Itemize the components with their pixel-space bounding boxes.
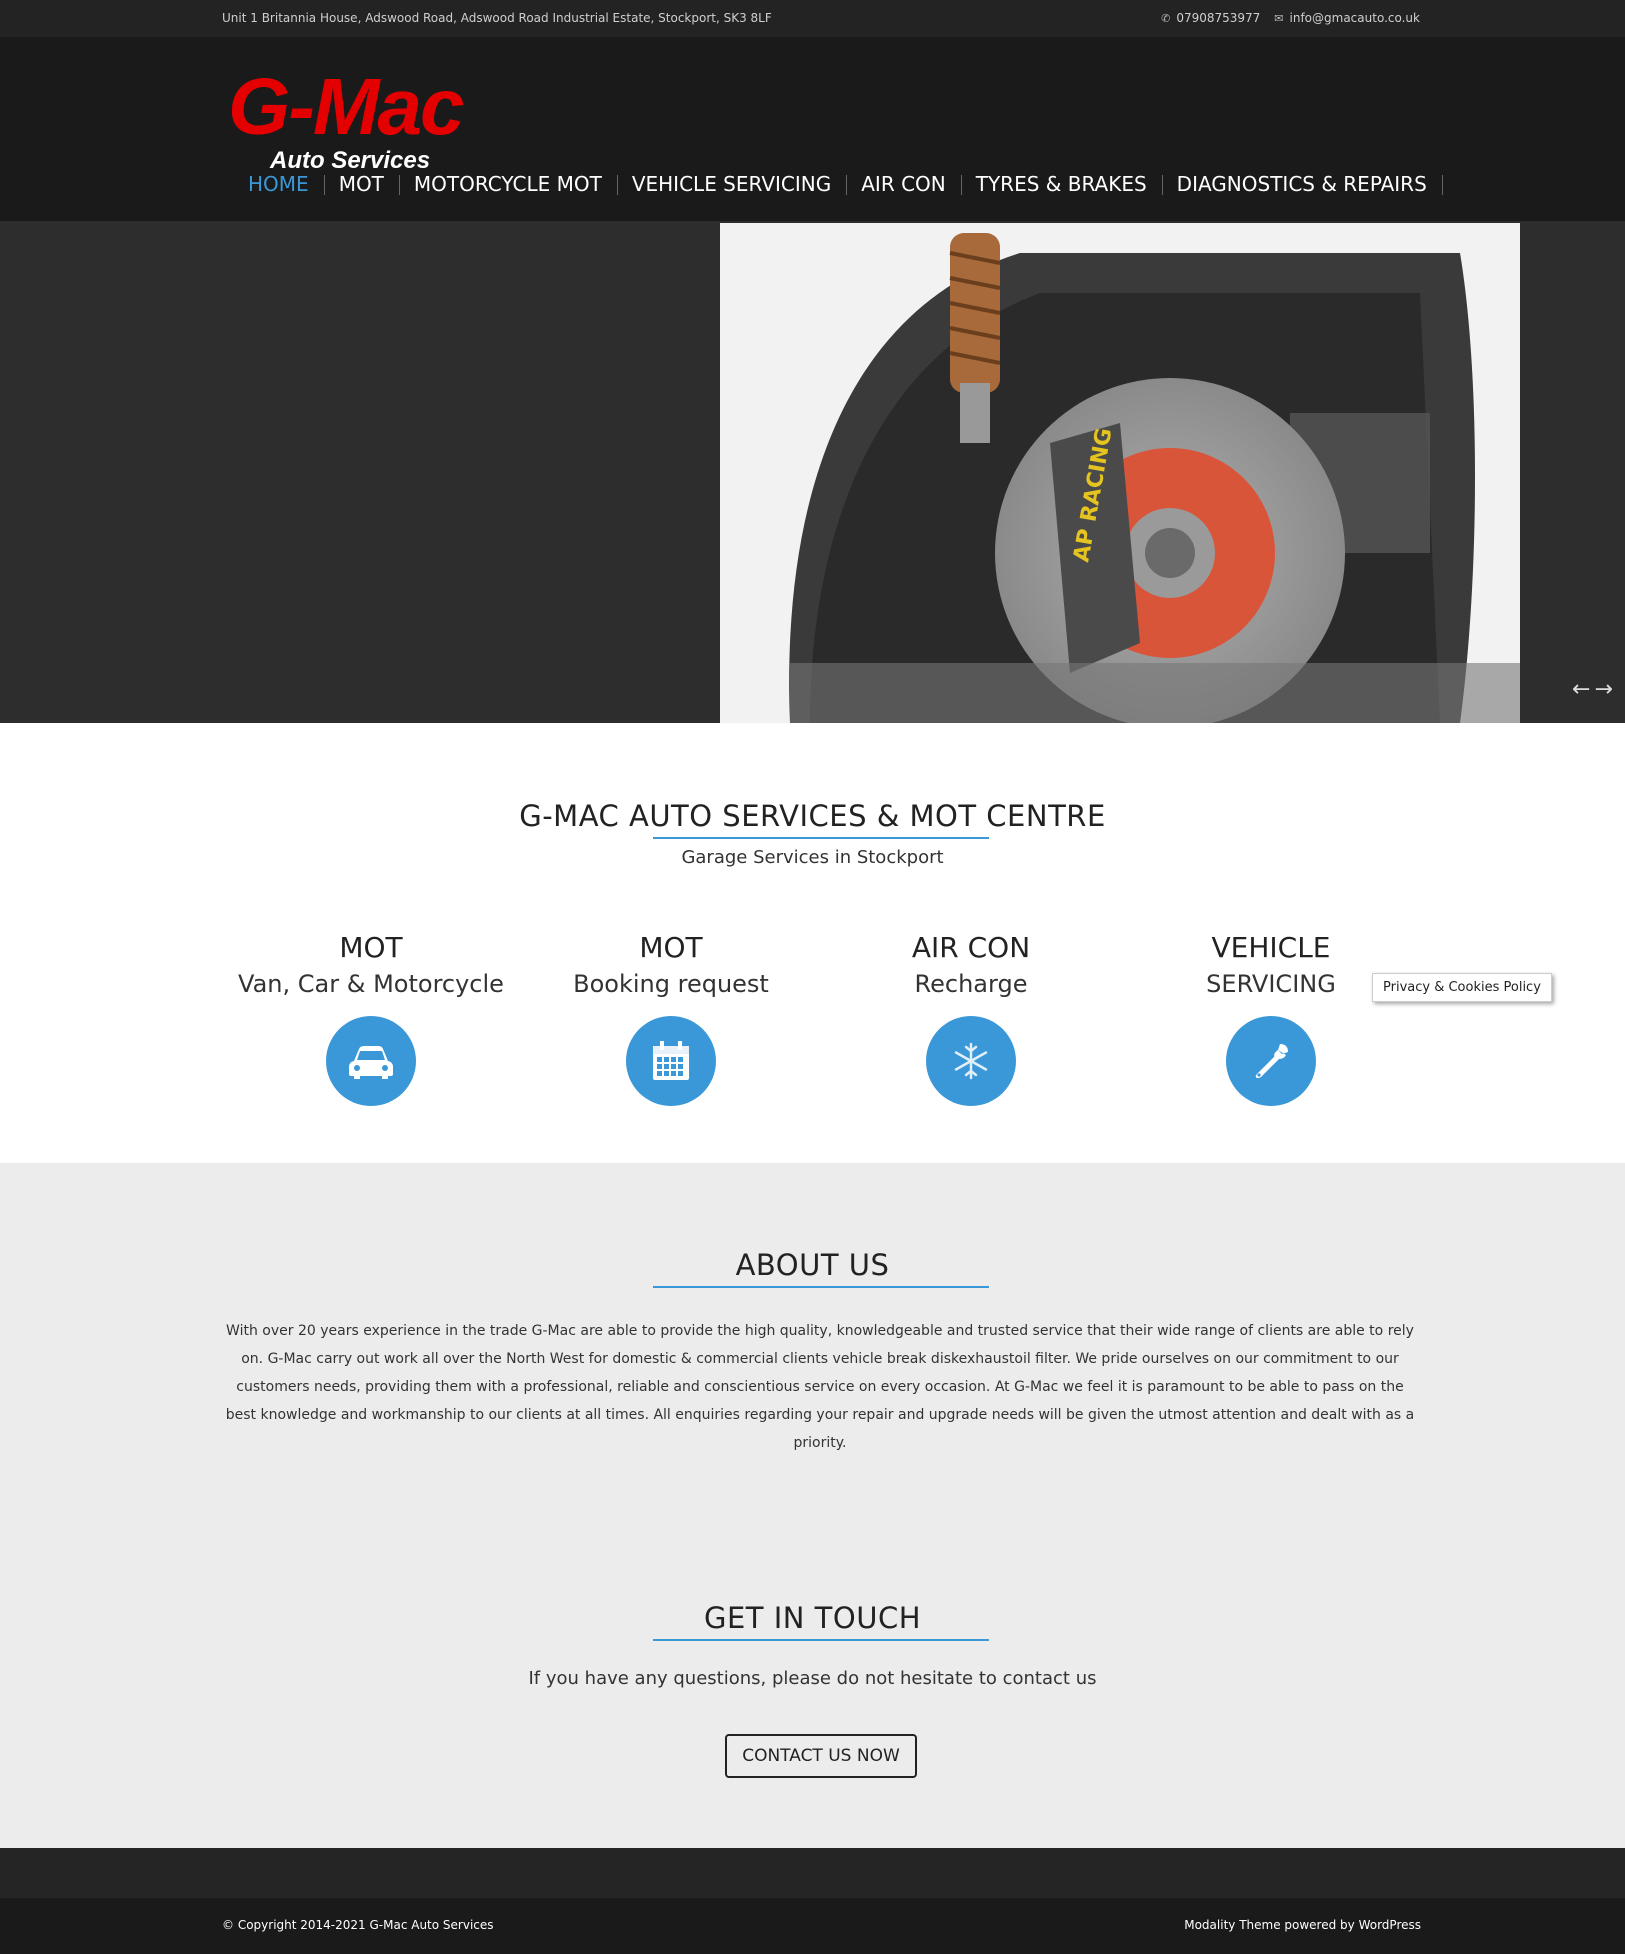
intro-subtitle: Garage Services in Stockport [681,847,944,868]
email-link[interactable]: ✉ info@gmacauto.co.uk [1274,11,1420,25]
features-row: MOT Van, Car & Motorcycle MOT Booking re… [0,930,1625,1110]
hero-slider: AP RACING [0,221,1625,903]
logo-main-text: G-Mac [228,62,464,151]
top-bar: Unit 1 Britannia House, Adswood Road, Ad… [0,0,1625,37]
nav-item-air-con[interactable]: AIR CON [847,172,962,196]
copyright-text: © Copyright 2014-2021 G-Mac Auto Service… [222,1918,494,1932]
wrench-icon[interactable] [1226,1016,1316,1106]
footer-widgets [0,1848,1625,1898]
intro-title: G-MAC AUTO SERVICES & MOT CENTRE [519,799,1106,833]
arrow-left-icon[interactable]: ← [1572,677,1590,702]
privacy-policy-button[interactable]: Privacy & Cookies Policy [1372,973,1552,1002]
phone-number: 07908753977 [1176,11,1261,25]
arrow-right-icon[interactable]: → [1594,677,1612,702]
contact-us-button[interactable]: CONTACT US NOW [725,1734,917,1778]
theme-credit-link[interactable]: Modality Theme powered by WordPress [1184,1918,1421,1932]
nav-item-home[interactable]: HOME [234,172,325,196]
nav-item-diagnostics-repairs[interactable]: DIAGNOSTICS & REPAIRS [1163,172,1443,196]
title-underline [653,1286,989,1288]
envelope-icon: ✉ [1274,12,1284,25]
logo-sub-text: Auto Services [270,147,431,174]
top-contact: ✆ 07908753977 ✉ info@gmacauto.co.uk [1161,11,1420,25]
site-footer: © Copyright 2014-2021 G-Mac Auto Service… [0,1898,1625,1954]
phone-link[interactable]: ✆ 07908753977 [1161,11,1260,25]
brake-disc-image: AP RACING [720,223,1520,723]
email-address: info@gmacauto.co.uk [1289,11,1420,25]
nav-item-vehicle-servicing[interactable]: VEHICLE SERVICING [618,172,848,196]
feature-subtitle: Recharge [914,970,1028,998]
nav-item-mot[interactable]: MOT [325,172,401,196]
phone-icon: ✆ [1161,12,1171,25]
contact-title: GET IN TOUCH [703,1601,921,1635]
feature-title: AIR CON [911,931,1031,964]
slider-arrows: ← → [1572,677,1613,702]
snowflake-icon[interactable] [926,1016,1016,1106]
feature-title: MOT [639,931,703,964]
feature-title: MOT [339,931,403,964]
feature-mot: MOT Van, Car & Motorcycle [221,930,521,1106]
site-logo[interactable]: G-Mac Auto Services [228,61,528,174]
about-title: ABOUT US [735,1248,890,1282]
title-underline [653,837,989,839]
contact-text: If you have any questions, please do not… [528,1668,1097,1689]
nav-item-motorcycle-mot[interactable]: MOTORCYCLE MOT [400,172,618,196]
feature-vehicle-servicing: VEHICLE SERVICING [1121,930,1421,1106]
feature-mot-booking: MOT Booking request [521,930,821,1106]
car-icon[interactable] [326,1016,416,1106]
title-underline [653,1639,989,1641]
address-text: Unit 1 Britannia House, Adswood Road, Ad… [222,11,772,25]
calendar-icon[interactable] [626,1016,716,1106]
feature-title: VEHICLE [1211,931,1331,964]
feature-subtitle: Van, Car & Motorcycle [238,970,504,998]
feature-air-con: AIR CON Recharge [821,930,1121,1106]
nav-item-tyres-brakes[interactable]: TYRES & BRAKES [962,172,1163,196]
feature-subtitle: Booking request [573,970,769,998]
main-nav: HOME MOT MOTORCYCLE MOT VEHICLE SERVICIN… [234,172,1443,196]
about-text: With over 20 years experience in the tra… [225,1323,1415,1451]
